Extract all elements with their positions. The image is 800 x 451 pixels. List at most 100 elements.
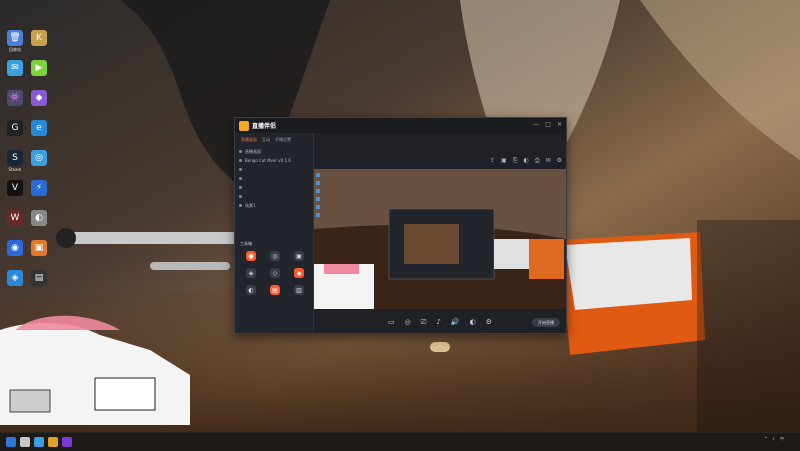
close-button[interactable]: ✕ bbox=[557, 121, 562, 129]
tool-icon: ◈ bbox=[246, 268, 256, 278]
control-icon: ⚙ bbox=[485, 318, 492, 326]
visibility-icon[interactable] bbox=[239, 150, 242, 153]
desktop-icon[interactable]: G bbox=[2, 120, 28, 137]
toolbox-grid: ● ◎ ▣ ◈ ◇ ◆ ◐ ▤ ▥ bbox=[239, 251, 311, 296]
desktop-app-icon: K bbox=[31, 30, 47, 46]
desktop-app-icon: 👾 bbox=[7, 90, 23, 106]
scene-item[interactable] bbox=[239, 192, 309, 201]
scene-item[interactable] bbox=[239, 174, 309, 183]
visibility-icon[interactable] bbox=[239, 186, 242, 189]
tool-icon: ▥ bbox=[294, 285, 304, 295]
desktop-icon[interactable]: 🗑 回收站 bbox=[2, 30, 28, 53]
taskbar-app-icon[interactable] bbox=[34, 437, 44, 447]
visibility-icon[interactable] bbox=[239, 159, 242, 162]
minimize-button[interactable]: — bbox=[533, 121, 539, 129]
toolbox-item[interactable]: ◎ bbox=[263, 251, 287, 262]
toolbox-item[interactable]: ◐ bbox=[239, 285, 263, 296]
top-action-icon[interactable]: ⎙ bbox=[535, 157, 540, 165]
taskbar-app-icon[interactable] bbox=[48, 437, 58, 447]
taskbar-app-icon[interactable] bbox=[6, 437, 16, 447]
control-button[interactable]: ▭ bbox=[388, 318, 395, 326]
tool-icon: ◐ bbox=[246, 285, 256, 295]
control-button[interactable]: ◎ bbox=[405, 318, 411, 326]
tool-icon: ◆ bbox=[294, 268, 304, 278]
taskbar-app-icon[interactable] bbox=[20, 437, 30, 447]
maximize-button[interactable]: □ bbox=[545, 121, 551, 129]
chat-overlay bbox=[697, 220, 800, 435]
visibility-icon[interactable] bbox=[239, 168, 242, 171]
scene-item[interactable] bbox=[239, 165, 309, 174]
stream-controls: ▭ ◎ ⎚ ♪ 🔊 ◐ ⚙ bbox=[314, 311, 566, 333]
toolbox-item[interactable]: ▣ bbox=[287, 251, 311, 262]
preview-image bbox=[314, 169, 566, 309]
control-icon: ▭ bbox=[388, 318, 395, 326]
panel-tab[interactable]: 互动 bbox=[262, 137, 270, 143]
tool-icon: ◇ bbox=[270, 268, 280, 278]
toolbox-item[interactable]: ● bbox=[239, 251, 263, 262]
toolbox-item[interactable]: ◆ bbox=[287, 268, 311, 279]
control-button[interactable]: ♪ bbox=[436, 318, 440, 326]
top-action-icon[interactable]: ⚙ bbox=[557, 157, 562, 165]
desktop-icon[interactable]: ◐ bbox=[26, 210, 52, 227]
scene-list: 直播画面 Bongo Cat Mver v0.1.6 场景1 bbox=[235, 147, 313, 210]
scene-item[interactable]: 场景1 bbox=[239, 201, 309, 210]
app-name: 直播伴侣 bbox=[252, 123, 277, 130]
desktop-icon-label: Steam bbox=[8, 167, 22, 172]
visibility-icon[interactable] bbox=[239, 177, 242, 180]
desktop-icon[interactable]: ▤ bbox=[26, 270, 52, 287]
toolbox-item[interactable]: ▥ bbox=[287, 285, 311, 296]
panel-tab[interactable]: 直播画面 bbox=[241, 137, 257, 143]
control-button[interactable]: ⚙ bbox=[486, 318, 492, 326]
desktop-icon-column: 🗑 回收站 K ✉ ▶ 👾 ◆ Ge S Steam ◎ V ⚡ W ◐ ◉ ▣ ◈ ▤ bbox=[0, 0, 52, 380]
desktop-icon[interactable]: ▣ bbox=[26, 240, 52, 257]
control-icon: ♪ bbox=[436, 318, 441, 326]
control-button[interactable]: ⎚ bbox=[421, 318, 427, 326]
desktop-icon[interactable]: ▶ bbox=[26, 60, 52, 77]
top-action-icon[interactable]: ✉ bbox=[546, 157, 551, 165]
live-streaming-app-window[interactable]: 直播伴侣 — □ ✕ 直播画面 互动 开播设置 直播画面 Bongo Cat Mver… bbox=[234, 117, 567, 334]
visibility-icon[interactable] bbox=[239, 204, 242, 207]
control-icon: ◐ bbox=[469, 318, 476, 326]
desktop-app-icon: G bbox=[7, 120, 23, 136]
control-button[interactable]: 🔊 bbox=[451, 318, 460, 326]
control-icon: ⎚ bbox=[420, 318, 427, 326]
scene-item[interactable]: Bongo Cat Mver v0.1.6 bbox=[239, 156, 309, 165]
desktop-icon[interactable]: ◈ bbox=[2, 270, 28, 287]
scene-panel: 直播画面 互动 开播设置 直播画面 Bongo Cat Mver v0.1.6 场景1 … bbox=[235, 133, 314, 333]
desktop-icon[interactable]: W bbox=[2, 210, 28, 227]
desktop-icon[interactable]: K bbox=[26, 30, 52, 47]
tray-icon[interactable]: ♪ bbox=[772, 436, 775, 441]
tray-icon[interactable]: 中 bbox=[780, 436, 784, 441]
control-button[interactable]: ◐ bbox=[470, 318, 476, 326]
panel-tab[interactable]: 开播设置 bbox=[275, 137, 291, 143]
scene-item[interactable]: 直播画面 bbox=[239, 147, 309, 156]
desktop-icon[interactable]: e bbox=[26, 120, 52, 137]
top-action-icon[interactable]: ⇪ bbox=[490, 157, 495, 165]
toolbox-item[interactable]: ▤ bbox=[263, 285, 287, 296]
scene-label: Bongo Cat Mver v0.1.6 bbox=[245, 158, 291, 163]
start-stream-button[interactable]: 开始直播 bbox=[532, 318, 560, 327]
desktop-icon[interactable]: 👾 bbox=[2, 90, 28, 107]
taskbar-app-icon[interactable] bbox=[62, 437, 72, 447]
top-action-icon[interactable]: ◐ bbox=[524, 157, 529, 165]
desktop-app-icon: ◆ bbox=[31, 90, 47, 106]
desktop-icon[interactable]: ◉ bbox=[2, 240, 28, 257]
desktop-icon[interactable]: ◎ bbox=[26, 150, 52, 167]
tray-icon[interactable]: ^ bbox=[764, 436, 767, 441]
desktop-icon[interactable]: ✉ bbox=[2, 60, 28, 77]
toolbox-item[interactable]: ◈ bbox=[239, 268, 263, 279]
desktop-icon[interactable]: ◆ bbox=[26, 90, 52, 107]
taskbar: ^ ♪ 中 bbox=[0, 432, 800, 451]
desktop-icon[interactable]: ⚡ bbox=[26, 180, 52, 197]
toolbox-item[interactable]: ◇ bbox=[263, 268, 287, 279]
desktop-icon[interactable]: V bbox=[2, 180, 28, 197]
top-action-icon[interactable]: ⎘ bbox=[513, 157, 518, 165]
scene-label: 场景1 bbox=[245, 202, 256, 208]
live-preview[interactable] bbox=[314, 169, 566, 309]
top-action-icon[interactable]: ▣ bbox=[501, 157, 507, 165]
scene-item[interactable] bbox=[239, 183, 309, 192]
desktop-app-icon: ◉ bbox=[7, 240, 23, 256]
desktop-icon[interactable]: S Steam bbox=[2, 150, 28, 172]
app-title-bar[interactable]: 直播伴侣 — □ ✕ bbox=[235, 118, 566, 133]
visibility-icon[interactable] bbox=[239, 195, 242, 198]
